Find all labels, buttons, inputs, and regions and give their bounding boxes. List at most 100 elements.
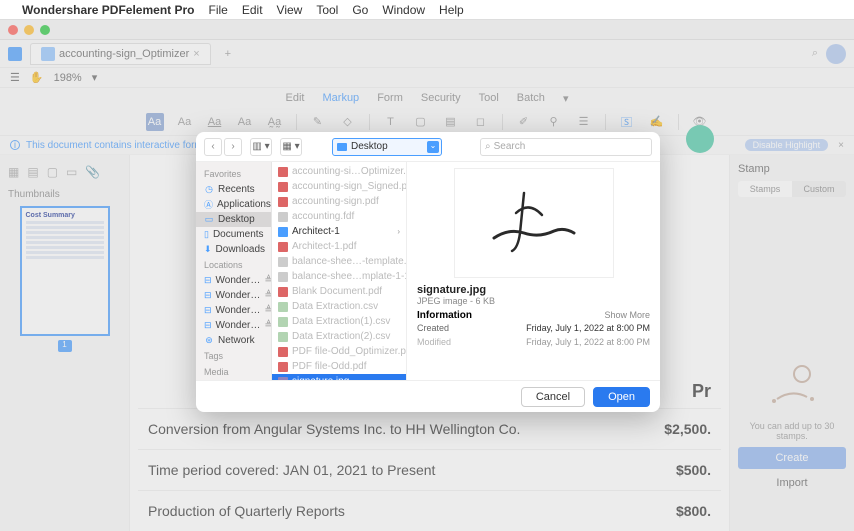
menu-help[interactable]: Help <box>439 3 464 17</box>
file-row[interactable]: accounting-sign.pdf <box>272 194 406 209</box>
strikethrough-icon[interactable]: Aa <box>236 113 254 131</box>
measure-icon[interactable]: ☰ <box>575 113 593 131</box>
sidebar-network[interactable]: ⊛Network <box>196 333 271 348</box>
file-row[interactable]: balance-shee…-template.fdf <box>272 254 406 269</box>
hand-tool-icon[interactable]: ✋ <box>30 71 44 84</box>
close-window-button[interactable] <box>8 25 18 35</box>
file-row[interactable]: PDF file-Odd.pdf <box>272 359 406 374</box>
file-row[interactable]: Data Extraction(1).csv <box>272 314 406 329</box>
file-row[interactable]: Blank Document.pdf <box>272 284 406 299</box>
menu-go[interactable]: Go <box>352 3 368 17</box>
sidebar-downloads[interactable]: ⬇Downloads <box>196 242 271 257</box>
maximize-window-button[interactable] <box>40 25 50 35</box>
import-stamp-button[interactable]: Import <box>738 472 846 494</box>
zoom-dropdown-icon[interactable]: ▾ <box>92 71 98 84</box>
annotations-tab-icon[interactable]: ▢ <box>47 165 58 179</box>
view-columns-button[interactable]: ▥ ▾ <box>250 138 272 156</box>
file-row[interactable]: PDF file-Odd_Optimizer.pdf <box>272 344 406 359</box>
file-row[interactable]: Architect-1.pdf <box>272 239 406 254</box>
seg-stamps[interactable]: Stamps <box>738 181 792 197</box>
batch-dropdown-icon[interactable]: ▾ <box>563 92 569 105</box>
open-button[interactable]: Open <box>593 387 650 407</box>
info-modified: Modified Friday, July 1, 2022 at 8:00 PM <box>417 335 650 349</box>
tab-tool[interactable]: Tool <box>479 92 499 104</box>
highlighter-icon[interactable]: ✎ <box>309 113 327 131</box>
highlight-color-icon[interactable]: Aa <box>146 113 164 131</box>
folder-icon <box>278 227 288 237</box>
file-row[interactable]: Data Extraction(2).csv <box>272 329 406 344</box>
sidebar-desktop[interactable]: ▭Desktop <box>196 212 271 227</box>
file-row[interactable]: accounting-si…Optimizer.pdf <box>272 164 406 179</box>
sidebar-documents[interactable]: ▯Documents <box>196 227 271 242</box>
create-stamp-button[interactable]: Create <box>738 447 846 469</box>
menu-tool[interactable]: Tool <box>316 3 338 17</box>
search-field[interactable]: ⌕ Search <box>480 138 652 156</box>
eraser-icon[interactable]: ◇ <box>339 113 357 131</box>
close-banner-icon[interactable]: × <box>838 140 844 151</box>
tab-form[interactable]: Form <box>377 92 403 104</box>
document-tab[interactable]: accounting-sign_Optimizer × <box>30 43 211 65</box>
attachments-tab-icon[interactable]: 📎 <box>85 165 100 179</box>
thumbnails-tab-icon[interactable]: ▦ <box>8 165 19 179</box>
location-dropdown-icon[interactable]: ⌄ <box>427 141 439 153</box>
underline-icon[interactable]: Aa <box>206 113 224 131</box>
tab-security[interactable]: Security <box>421 92 461 104</box>
file-row[interactable]: Data Extraction.csv <box>272 299 406 314</box>
callout-icon[interactable]: ▢ <box>412 113 430 131</box>
menu-window[interactable]: Window <box>382 3 425 17</box>
sidebar-location-3[interactable]: ⊟Wonder…≜ <box>196 303 271 318</box>
show-more-link[interactable]: Show More <box>604 310 650 321</box>
close-tab-icon[interactable]: × <box>193 48 199 60</box>
location-selector[interactable]: Desktop ⌄ <box>332 138 442 156</box>
file-row[interactable]: accounting-sign_Signed.pdf <box>272 179 406 194</box>
back-button[interactable]: ‹ <box>204 138 222 156</box>
stamp-icon[interactable]: 🅂 <box>618 113 636 131</box>
sidebar-recents[interactable]: ◷Recents <box>196 182 271 197</box>
file-row[interactable]: balance-shee…mplate-1-1.fdf <box>272 269 406 284</box>
floating-action-button[interactable] <box>686 125 714 153</box>
tab-edit[interactable]: Edit <box>286 92 305 104</box>
disable-highlight-button[interactable]: Disable Highlight <box>745 139 829 151</box>
file-row[interactable]: accounting.fdf <box>272 209 406 224</box>
pin-icon[interactable]: ⚲ <box>545 113 563 131</box>
pdf-icon <box>278 197 288 207</box>
sidebar-location-1[interactable]: ⊟Wonder…≜ <box>196 273 271 288</box>
bookmarks-tab-icon[interactable]: ▤ <box>27 165 38 179</box>
sidebar-toggle-icon[interactable]: ☰ <box>10 71 20 84</box>
search-icon[interactable]: ⌕ <box>812 47 818 60</box>
file-row[interactable]: Architect-1› <box>272 224 406 239</box>
user-avatar[interactable] <box>826 44 846 64</box>
signature-icon[interactable]: ✍ <box>648 113 666 131</box>
menu-view[interactable]: View <box>277 3 303 17</box>
pencil-icon[interactable]: ✐ <box>515 113 533 131</box>
squiggly-icon[interactable]: A̰a̰ <box>266 113 284 131</box>
sidebar-applications[interactable]: ⒶApplications <box>196 197 271 212</box>
new-tab-button[interactable]: + <box>219 48 237 60</box>
menu-edit[interactable]: Edit <box>242 3 263 17</box>
file-list[interactable]: accounting-si…Optimizer.pdf accounting-si… <box>272 162 407 380</box>
clock-icon: ◷ <box>204 185 214 195</box>
network-icon: ⊛ <box>204 336 214 346</box>
fields-tab-icon[interactable]: ▭ <box>66 165 77 179</box>
sidebar-location-4[interactable]: ⊟Wonder…≜ <box>196 318 271 333</box>
minimize-window-button[interactable] <box>24 25 34 35</box>
app-name[interactable]: Wondershare PDFelement Pro <box>22 3 195 17</box>
file-name: accounting-si…Optimizer.pdf <box>292 166 406 177</box>
tab-batch[interactable]: Batch <box>517 92 545 104</box>
stamp-segmented-control[interactable]: Stamps Custom <box>738 181 846 197</box>
page-thumbnail[interactable]: Cost Summary <box>20 206 110 336</box>
csv-icon <box>278 302 288 312</box>
forward-button[interactable]: › <box>224 138 242 156</box>
sidebar-location-2[interactable]: ⊟Wonder…≜ <box>196 288 271 303</box>
tab-markup[interactable]: Markup <box>323 92 360 104</box>
menu-file[interactable]: File <box>209 3 228 17</box>
seg-custom[interactable]: Custom <box>792 181 846 197</box>
zoom-level[interactable]: 198% <box>54 72 82 84</box>
cancel-button[interactable]: Cancel <box>521 387 585 407</box>
note-icon[interactable]: ▤ <box>442 113 460 131</box>
text-box-icon[interactable]: T <box>382 113 400 131</box>
shapes-icon[interactable]: ◻ <box>472 113 490 131</box>
view-grid-button[interactable]: ▦ ▾ <box>280 138 302 156</box>
text-style-1-icon[interactable]: Aa <box>176 113 194 131</box>
media-section: Media <box>196 364 271 380</box>
